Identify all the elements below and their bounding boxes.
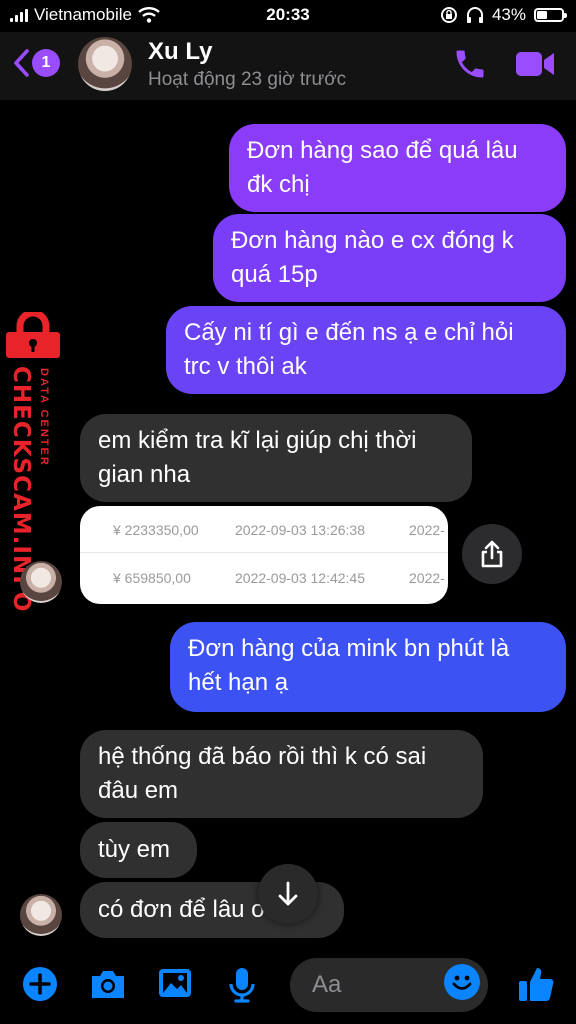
status-bar: Vietnamobile 20:33 43% [0,0,576,32]
order-datetime: 2022-09-03 12:42:45 [235,570,365,586]
chat-header: 1 Xu Ly Hoạt động 23 giờ trước [0,32,576,100]
order-row: ¥ 659850,00 2022-09-03 12:42:45 2022- [80,556,448,600]
order-datetime-cut: 2022- [409,522,445,538]
status-indicators: 43% [440,5,567,25]
chevron-left-icon [14,49,29,77]
message-line: Đơn hàng nào e cx đóng k [231,227,514,254]
contact-name[interactable]: Xu Ly [148,38,212,66]
message-line: đâu em [98,777,179,804]
audio-call-button[interactable] [452,46,488,87]
order-datetime: 2022-09-03 13:26:38 [235,522,365,538]
arrow-down-icon [278,881,298,906]
contact-avatar-small[interactable] [20,561,62,603]
watermark: CHECKSCAM.INFO DATA CENTER [2,308,64,612]
incoming-message[interactable]: tùy em [80,822,197,878]
video-call-button[interactable] [514,48,556,85]
battery-icon [534,8,567,22]
microphone-icon[interactable] [228,966,256,1004]
message-input-placeholder: Aa [312,971,342,998]
order-datetime-cut: 2022- [409,570,445,586]
video-camera-icon [516,52,554,76]
order-row: ¥ 2233350,00 2022-09-03 13:26:38 2022- [80,508,448,553]
battery-percent: 43% [491,5,526,24]
headphones-icon [466,7,483,23]
unread-badge: 1 [32,49,60,77]
incoming-message[interactable]: em kiểm tra kĩ lại giúp chị thời gian nh… [80,414,472,502]
message-line: hệ thống đã báo rồi thì k có sai [98,743,427,770]
outgoing-message[interactable]: Đơn hàng sao để quá lâu đk chị [229,124,566,212]
activity-status: Hoạt động 23 giờ trước [148,69,347,90]
message-composer: Aa [0,944,576,1024]
scroll-to-bottom-button[interactable] [258,864,318,924]
contact-avatar[interactable] [78,37,132,91]
message-line: đk chị [247,171,310,198]
message-line: quá 15p [231,261,318,288]
message-line: tùy em [98,836,171,863]
battery-fill [537,11,547,19]
order-amount: ¥ 2233350,00 [113,522,199,538]
thumbs-up-icon[interactable] [516,964,556,1004]
message-line: Cấy ni tí gì e đến ns ạ e chỉ hỏi [184,319,514,346]
outgoing-message[interactable]: Đơn hàng của mink bn phút là hết hạn ạ [170,622,566,712]
incoming-message[interactable]: hệ thống đã báo rồi thì k có sai đâu em [80,730,483,818]
message-line: trc v thôi ak [184,353,307,380]
emoji-button[interactable] [444,964,480,1000]
image-attachment[interactable]: ¥ 2233350,00 2022-09-03 13:26:38 2022- ¥… [80,506,448,604]
rotation-lock-icon [440,7,457,23]
message-line: Đơn hàng sao để quá lâu [247,137,518,164]
gallery-icon[interactable] [157,966,193,1000]
emoji-icon [452,975,472,990]
message-line: Đơn hàng của mink bn phút là [188,635,510,662]
share-button[interactable] [462,524,522,584]
message-line: em kiểm tra kĩ lại giúp chị thời [98,427,417,454]
order-amount: ¥ 659850,00 [113,570,191,586]
message-line: gian nha [98,461,191,488]
camera-icon[interactable] [88,966,128,1002]
share-icon [481,540,503,568]
plus-icon[interactable] [22,966,58,1002]
lock-icon [6,312,60,358]
outgoing-message[interactable]: Đơn hàng nào e cx đóng k quá 15p [213,214,566,302]
back-button[interactable]: 1 [12,48,60,78]
contact-avatar-small[interactable] [20,894,62,936]
message-line: hết hạn ạ [188,669,289,696]
phone-icon [456,50,484,78]
outgoing-message[interactable]: Cấy ni tí gì e đến ns ạ e chỉ hỏi trc v … [166,306,566,394]
watermark-tagline: DATA CENTER [38,368,50,467]
